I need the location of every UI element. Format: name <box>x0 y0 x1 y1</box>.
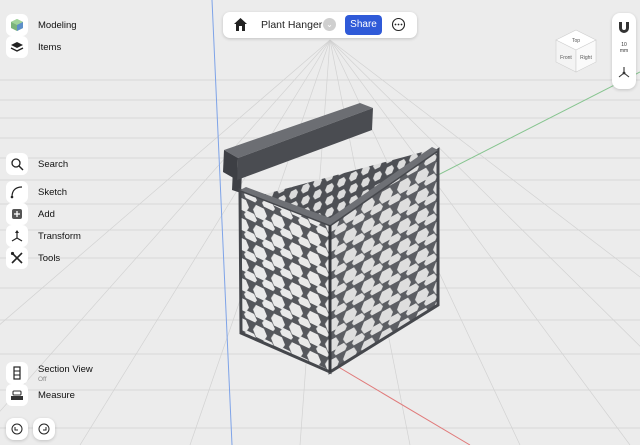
sketch-button[interactable]: Sketch <box>6 181 67 203</box>
tools-button[interactable]: Tools <box>6 247 60 269</box>
cube-icon <box>6 14 28 36</box>
document-title[interactable]: Plant Hanger <box>261 19 322 31</box>
magnet-icon <box>619 22 629 33</box>
add-button[interactable]: Add <box>6 203 55 225</box>
grid-unit-label: mm <box>619 48 629 54</box>
tools-label: Tools <box>38 252 61 264</box>
axes-icon <box>618 67 630 78</box>
snap-magnet-button[interactable] <box>617 20 631 39</box>
y-axis-line <box>211 0 233 445</box>
measure-button[interactable]: Measure <box>6 384 75 406</box>
sketch-label: Sketch <box>38 186 68 198</box>
search-icon <box>6 153 28 175</box>
home-icon <box>234 18 247 31</box>
transform-button[interactable]: Transform <box>6 225 81 247</box>
view-cube-top[interactable]: Top <box>572 38 580 44</box>
section-view-label: Section View <box>38 363 93 375</box>
modeling-workspace[interactable]: Modeling <box>6 14 77 36</box>
modeling-label: Modeling <box>38 19 77 31</box>
search-button[interactable]: Search <box>6 153 68 175</box>
z-axis-line <box>329 361 471 445</box>
home-button[interactable] <box>233 17 248 37</box>
layers-icon <box>6 36 28 58</box>
more-horizontal-icon <box>391 17 406 32</box>
ruler-icon <box>6 384 28 406</box>
measure-label: Measure <box>38 389 75 401</box>
title-dropdown-chevron-icon[interactable]: ⌄ <box>323 18 336 31</box>
view-cube-right[interactable]: Right <box>580 55 592 61</box>
add-label: Add <box>38 208 55 220</box>
undo-icon <box>11 423 23 435</box>
3d-viewport[interactable]: Top Front Right <box>0 0 640 445</box>
view-cube[interactable]: Top Front Right <box>555 29 597 73</box>
undo-button[interactable] <box>6 418 28 440</box>
section-view-button[interactable]: Section View Off <box>6 362 93 384</box>
view-cube-front[interactable]: Front <box>560 55 572 61</box>
section-view-status: Off <box>38 375 47 383</box>
section-view-text: Section View Off <box>38 364 93 383</box>
items-label: Items <box>38 41 62 53</box>
add-icon <box>6 203 28 225</box>
search-label: Search <box>38 158 69 170</box>
origin-axes-button[interactable] <box>617 65 631 84</box>
more-button[interactable] <box>391 17 406 37</box>
items-button[interactable]: Items <box>6 36 61 58</box>
section-view-icon <box>6 362 28 384</box>
redo-button[interactable] <box>33 418 55 440</box>
transform-label: Transform <box>38 230 81 242</box>
grid-unit-button[interactable]: 10 mm <box>612 42 636 54</box>
tools-icon <box>6 247 28 269</box>
transform-icon <box>6 225 28 247</box>
redo-icon <box>38 423 50 435</box>
plant-hanger-model[interactable] <box>223 103 440 375</box>
sketch-icon <box>6 181 28 203</box>
right-toolbar: 10 mm <box>612 13 636 89</box>
document-toolbar: Plant Hanger ⌄ Share <box>223 12 417 38</box>
share-button[interactable]: Share <box>345 15 382 35</box>
